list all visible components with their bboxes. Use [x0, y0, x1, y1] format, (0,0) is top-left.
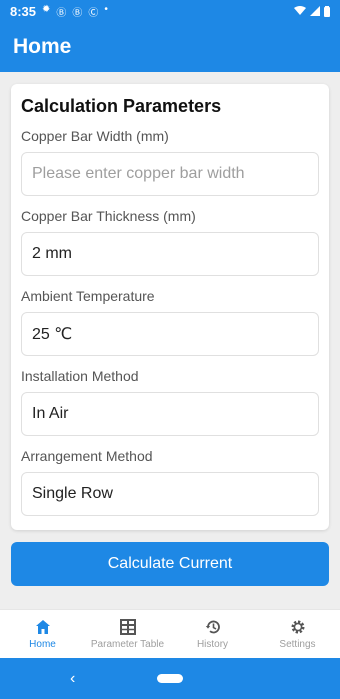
installation-method-select[interactable]: In Air: [21, 392, 319, 436]
table-icon: [119, 618, 137, 636]
battery-icon: [324, 5, 330, 17]
width-input[interactable]: Please enter copper bar width: [21, 152, 319, 196]
page-title: Home: [13, 35, 72, 58]
nav-label-parameter-table: Parameter Table: [90, 639, 165, 650]
ambient-temperature-label: Ambient Temperature: [21, 288, 155, 304]
arrangement-method-label: Arrangement Method: [21, 448, 153, 464]
nav-label-settings: Settings: [279, 639, 316, 650]
history-icon: [204, 618, 222, 636]
home-icon: [34, 618, 52, 636]
width-label: Copper Bar Width (mm): [21, 128, 169, 144]
ambient-temperature-input[interactable]: 25 ℃: [21, 312, 319, 356]
arrangement-method-select[interactable]: Single Row: [21, 472, 319, 516]
nav-item-parameter-table[interactable]: Parameter Table: [85, 610, 170, 658]
app-icon: Ⓒ: [88, 7, 99, 19]
home-pill-icon[interactable]: [157, 674, 183, 683]
card-title: Calculation Parameters: [21, 96, 222, 116]
gear-icon: [289, 618, 307, 636]
installation-method-label: Installation Method: [21, 368, 139, 384]
calculate-current-button[interactable]: Calculate Current: [11, 542, 329, 586]
status-bar: 8:35 ✹ Ⓑ Ⓑ Ⓒ •: [0, 0, 340, 22]
thickness-input[interactable]: 2 mm: [21, 232, 319, 276]
app-icon: Ⓑ: [56, 7, 67, 19]
app-icon: Ⓑ: [72, 7, 83, 19]
status-notification-icons: ✹ Ⓑ Ⓑ Ⓒ •: [42, 4, 108, 19]
nav-item-settings[interactable]: Settings: [255, 610, 340, 658]
parameters-card: Calculation Parameters Copper Bar Width …: [11, 84, 329, 530]
signal-icon: [310, 6, 320, 16]
status-time: 8:35: [10, 3, 37, 19]
dot-icon: •: [104, 3, 108, 15]
app-bar: Home: [0, 22, 340, 72]
status-right-icons: [294, 5, 330, 17]
bottom-navigation: Home Parameter Table History Settings: [0, 609, 340, 658]
back-icon[interactable]: ‹: [70, 670, 75, 688]
gear-icon: ✹: [42, 3, 51, 15]
thickness-label: Copper Bar Thickness (mm): [21, 208, 196, 224]
system-navigation-bar: ‹: [0, 658, 340, 699]
nav-item-home[interactable]: Home: [0, 610, 85, 658]
nav-item-history[interactable]: History: [170, 610, 255, 658]
nav-label-home: Home: [29, 639, 56, 650]
nav-label-history: History: [196, 639, 229, 650]
wifi-icon: [294, 6, 306, 15]
